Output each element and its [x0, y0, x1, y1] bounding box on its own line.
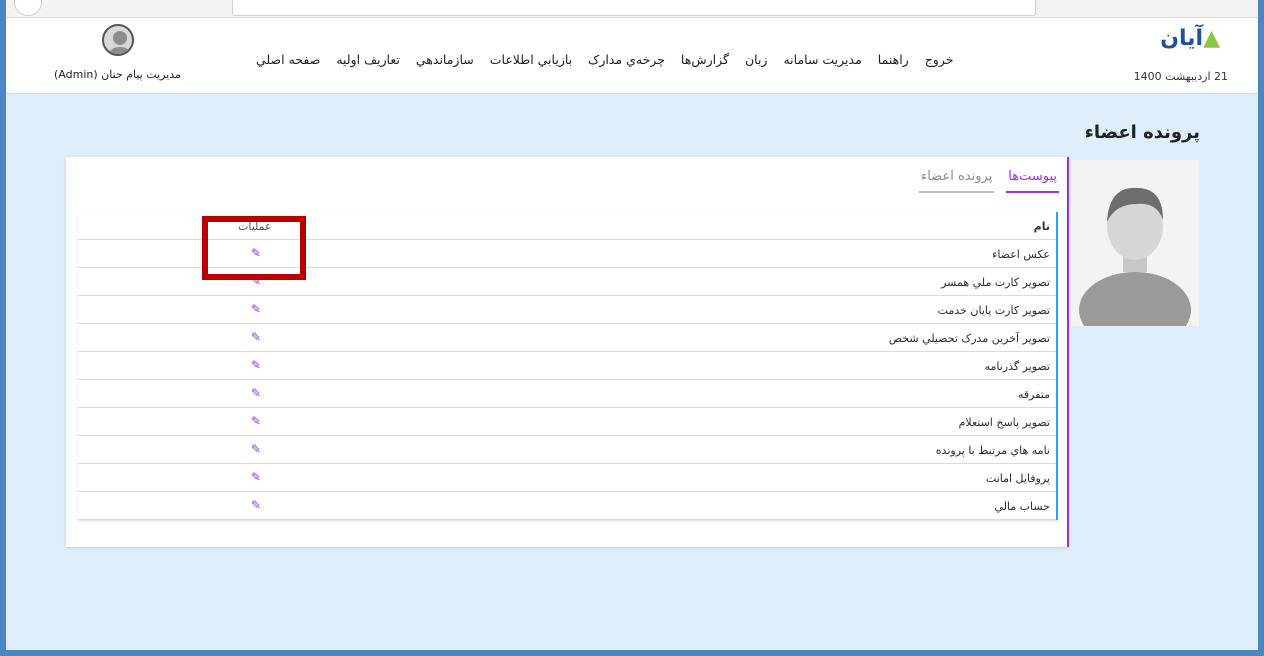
- table-row: تصوير آخرين مدرک تحصيلي شخص ✎: [78, 324, 1056, 352]
- attachment-name: تصوير آخرين مدرک تحصيلي شخص: [888, 332, 1050, 345]
- edit-icon[interactable]: ✎: [248, 470, 264, 484]
- attachment-name: تصوير گذرنامه: [984, 360, 1050, 373]
- top-header: ▲آیان 21 اردیبهشت 1400 صفحه اصلي تعاريف …: [6, 18, 1258, 94]
- edit-icon[interactable]: ✎: [248, 358, 264, 372]
- menu-item-help[interactable]: راهنما: [878, 52, 909, 72]
- table-row: تصوير گذرنامه ✎: [78, 352, 1056, 380]
- menu-item-logout[interactable]: خروج: [925, 52, 954, 72]
- menu-item-home[interactable]: صفحه اصلي: [256, 52, 320, 72]
- edit-icon[interactable]: ✎: [248, 442, 264, 456]
- menu-item-system-admin[interactable]: مديريت سامانه: [783, 52, 861, 72]
- page-title: پرونده اعضاء: [1084, 122, 1200, 143]
- edit-icon[interactable]: ✎: [248, 498, 264, 512]
- edit-icon[interactable]: ✎: [248, 386, 264, 400]
- attachment-name: متفرقه: [1017, 388, 1050, 401]
- attachment-name: نامه هاي مرتبط با پرونده: [935, 444, 1050, 457]
- app-logo: ▲آیان: [1130, 26, 1220, 56]
- menu-item-organization[interactable]: سازماندهي: [416, 52, 474, 72]
- member-photo: [1071, 160, 1199, 326]
- annotation-highlight-box: [202, 216, 306, 280]
- current-date: 21 اردیبهشت 1400: [1133, 70, 1228, 83]
- column-header-name: نام: [1033, 220, 1050, 233]
- browser-button[interactable]: [14, 0, 42, 16]
- attachment-name: پروفايل امانت: [985, 472, 1050, 485]
- tab-member-file[interactable]: پرونده اعضاء: [919, 163, 995, 193]
- menu-item-language[interactable]: زبان: [745, 52, 768, 72]
- attachment-name: تصوير كارت پايان خدمت: [937, 304, 1050, 317]
- logo-leaf-icon: ▲: [1203, 26, 1220, 51]
- attachment-name: عكس اعضاء: [992, 248, 1050, 261]
- browser-chrome: [6, 0, 1258, 18]
- app-frame: ▲آیان 21 اردیبهشت 1400 صفحه اصلي تعاريف …: [6, 0, 1258, 650]
- table-row: حساب مالي ✎: [78, 492, 1056, 520]
- edit-icon[interactable]: ✎: [248, 330, 264, 344]
- menu-item-retrieval[interactable]: بازيابي اطلاعات: [490, 52, 572, 72]
- menu-item-documents-cycle[interactable]: چرخه‌ي مدارک: [588, 52, 665, 72]
- table-row: پروفايل امانت ✎: [78, 464, 1056, 492]
- table-row: تصوير پاسخ استعلام ✎: [78, 408, 1056, 436]
- attachment-name: حساب مالي: [994, 500, 1050, 513]
- table-row: متفرقه ✎: [78, 380, 1056, 408]
- address-bar[interactable]: [232, 0, 1036, 16]
- menu-item-definitions[interactable]: تعاريف اوليه: [336, 52, 400, 72]
- edit-icon[interactable]: ✎: [248, 302, 264, 316]
- user-avatar-icon[interactable]: [102, 24, 134, 56]
- table-row: نامه هاي مرتبط با پرونده ✎: [78, 436, 1056, 464]
- attachment-name: تصوير پاسخ استعلام: [958, 416, 1050, 429]
- tab-attachments[interactable]: پیوست‌ها: [1006, 163, 1059, 193]
- table-row: تصوير كارت پايان خدمت ✎: [78, 296, 1056, 324]
- tabs: پرونده اعضاء پیوست‌ها: [919, 163, 1059, 193]
- logo-text: آیان: [1160, 26, 1204, 51]
- edit-icon[interactable]: ✎: [248, 414, 264, 428]
- main-menu: صفحه اصلي تعاريف اوليه سازماندهي بازيابي…: [256, 52, 1036, 72]
- user-name[interactable]: مدیریت پیام حنان (Admin): [54, 68, 181, 81]
- attachment-name: تصوير كارت ملي همسر: [941, 276, 1050, 289]
- menu-item-reports[interactable]: گزارش‌ها: [681, 52, 729, 72]
